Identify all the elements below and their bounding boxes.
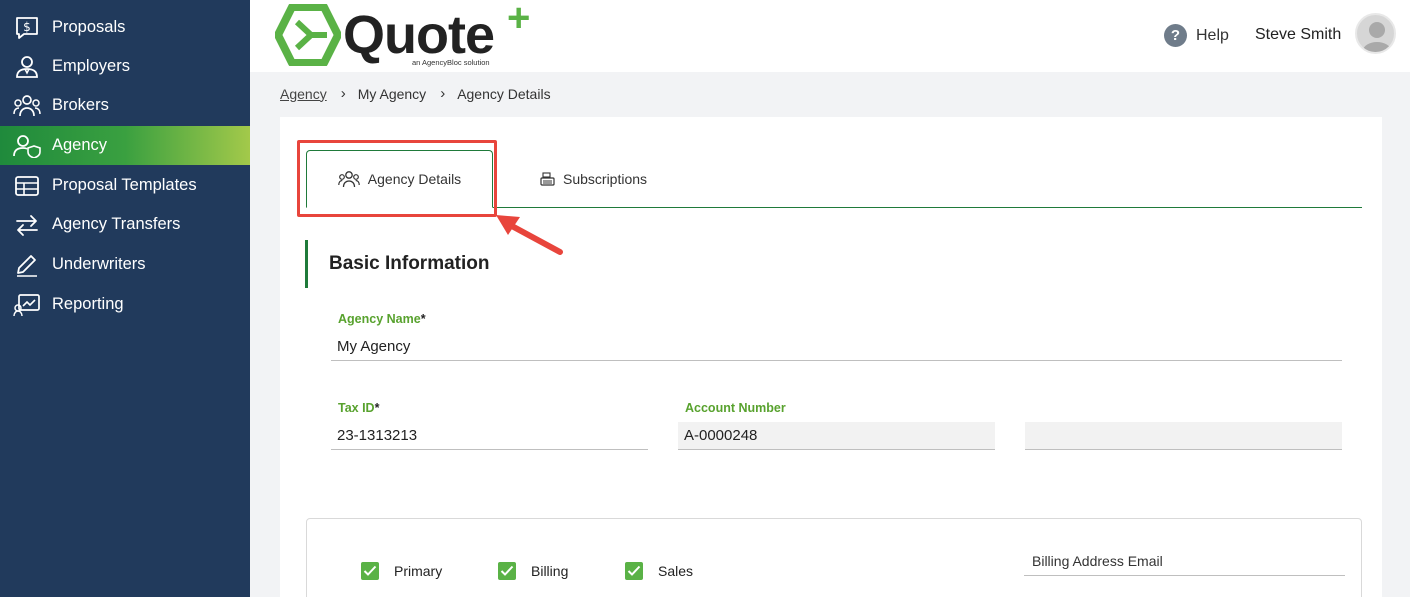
checkmark-icon	[361, 562, 379, 580]
help-link[interactable]: ? Help	[1164, 24, 1229, 47]
tax-id-label-text: Tax ID	[338, 401, 375, 415]
sidebar-item-underwriters[interactable]: Underwriters	[0, 245, 250, 284]
sales-checkbox[interactable]: Sales	[625, 562, 693, 580]
section-accent-bar	[305, 240, 308, 288]
sidebar-item-proposals[interactable]: $ Proposals	[0, 8, 250, 47]
agency-name-field[interactable]: My Agency	[331, 333, 1342, 361]
checkmark-icon	[498, 562, 516, 580]
checkbox-label: Sales	[658, 563, 694, 579]
agency-shield-user-icon	[13, 134, 41, 158]
sidebar-item-label: Proposal Templates	[52, 176, 197, 194]
sidebar-item-label: Proposals	[52, 18, 126, 36]
sidebar-item-label: Employers	[52, 57, 130, 75]
sidebar-item-proposal-templates[interactable]: Proposal Templates	[0, 166, 250, 205]
top-header: Quote + an AgencyBloc solution ? Help St…	[250, 0, 1410, 72]
pencil-icon	[13, 253, 41, 277]
primary-checkbox[interactable]: Primary	[361, 562, 442, 580]
breadcrumb: Agency › My Agency › Agency Details	[280, 85, 551, 102]
sidebar-item-agency-transfers[interactable]: Agency Transfers	[0, 205, 250, 244]
billing-address-email-field[interactable]: Billing Address Email	[1024, 546, 1345, 576]
required-mark: *	[420, 312, 426, 326]
svg-text:$: $	[23, 20, 31, 34]
logo-word: Quote	[343, 5, 495, 65]
account-number-field: A-0000248	[678, 422, 995, 450]
breadcrumb-my-agency: My Agency	[357, 85, 427, 102]
sidebar-item-label: Underwriters	[52, 255, 146, 273]
brokers-icon	[13, 94, 41, 118]
breadcrumb-current: Agency Details	[457, 85, 551, 102]
tax-id-label: Tax ID*	[338, 401, 379, 415]
billing-checkbox[interactable]: Billing	[498, 562, 568, 580]
section-title: Basic Information	[329, 253, 490, 274]
avatar[interactable]	[1355, 13, 1396, 54]
employers-icon	[13, 55, 41, 79]
sidebar-item-brokers[interactable]: Brokers	[0, 86, 250, 125]
sidebar-item-employers[interactable]: Employers	[0, 47, 250, 86]
users-icon	[337, 170, 360, 188]
logo-tagline: an AgencyBloc solution	[412, 58, 490, 67]
user-name[interactable]: Steve Smith	[1255, 26, 1341, 44]
dollar-chat-icon: $	[13, 16, 41, 40]
sidebar-item-label: Agency Transfers	[52, 215, 181, 233]
account-number-label: Account Number	[685, 401, 786, 415]
help-label: Help	[1196, 26, 1229, 44]
help-question-icon: ?	[1164, 24, 1187, 47]
tax-id-field[interactable]: 23-1313213	[331, 422, 648, 450]
breadcrumb-separator: ›	[440, 85, 446, 102]
sidebar: $ Proposals Employers Brokers Agency Pro…	[0, 0, 250, 597]
checkbox-label: Primary	[394, 563, 443, 579]
agency-name-label: Agency Name*	[338, 312, 426, 326]
breadcrumb-agency-link[interactable]: Agency	[280, 86, 327, 102]
required-mark: *	[374, 401, 380, 415]
sidebar-item-label: Brokers	[52, 96, 109, 114]
hexagon-logo-icon	[275, 4, 341, 66]
agency-name-label-text: Agency Name	[338, 312, 421, 326]
sidebar-item-reporting[interactable]: Reporting	[0, 285, 250, 324]
readonly-field	[1025, 422, 1342, 450]
logo-plus: +	[507, 0, 531, 40]
checkbox-label: Billing	[531, 563, 569, 579]
tab-label: Agency Details	[367, 171, 462, 187]
transfer-arrows-icon	[13, 213, 41, 237]
tab-subscriptions[interactable]: Subscriptions	[540, 150, 647, 208]
register-icon	[540, 172, 555, 186]
tab-agency-details[interactable]: Agency Details	[306, 150, 493, 208]
tab-label: Subscriptions	[563, 171, 648, 187]
annotation-arrow-icon	[496, 215, 563, 255]
reporting-chart-icon	[13, 293, 41, 317]
checkmark-icon	[625, 562, 643, 580]
breadcrumb-separator: ›	[340, 85, 346, 102]
sidebar-item-label: Agency	[52, 136, 108, 154]
sidebar-item-agency[interactable]: Agency	[0, 126, 250, 165]
quote-plus-logo[interactable]: Quote + an AgencyBloc solution	[275, 0, 545, 68]
sidebar-item-label: Reporting	[52, 295, 124, 313]
user-avatar-icon	[1361, 22, 1393, 52]
table-icon	[13, 174, 41, 198]
